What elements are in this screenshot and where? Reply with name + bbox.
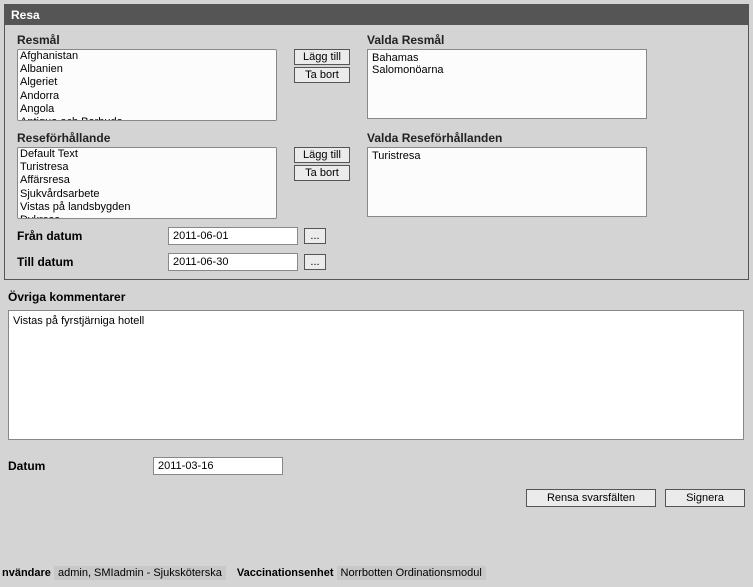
comments-textarea[interactable] — [8, 310, 744, 440]
selected-item: Salomonöarna — [372, 64, 642, 76]
status-user-value: admin, SMIadmin - Sjuksköterska — [54, 566, 226, 580]
resmal-listbox[interactable]: AfghanistanAlbanienAlgerietAndorraAngola… — [17, 49, 277, 121]
resmal-remove-button[interactable]: Ta bort — [294, 67, 350, 83]
reseforhallande-label: Reseförhållande — [17, 131, 277, 145]
status-bar: nvändare admin, SMIadmin - Sjuksköterska… — [0, 567, 492, 579]
datum-label: Datum — [8, 459, 153, 473]
panel-title: Resa — [5, 5, 748, 25]
clear-fields-button[interactable]: Rensa svarsfälten — [526, 489, 656, 507]
list-option[interactable]: Afghanistan — [18, 50, 276, 63]
valda-resmal-label: Valda Resmål — [367, 33, 647, 47]
list-option[interactable]: Default Text — [18, 148, 276, 161]
valda-resefor-label: Valda Reseförhållanden — [367, 131, 647, 145]
resmal-add-button[interactable]: Lägg till — [294, 49, 350, 65]
list-option[interactable]: Turistresa — [18, 161, 276, 174]
resa-panel: Resa Resmål AfghanistanAlbanienAlgerietA… — [4, 4, 749, 280]
selected-item: Bahamas — [372, 52, 642, 64]
list-option[interactable]: Sjukvårdsarbete — [18, 188, 276, 201]
sign-button[interactable]: Signera — [665, 489, 745, 507]
valda-resmal-box: BahamasSalomonöarna — [367, 49, 647, 119]
list-option[interactable]: Albanien — [18, 63, 276, 76]
status-unit-label: Vaccinationsenhet — [237, 567, 334, 579]
list-option[interactable]: Dykresa — [18, 214, 276, 219]
datum-input[interactable] — [153, 457, 283, 475]
valda-resefor-box: Turistresa — [367, 147, 647, 217]
resmal-label: Resmål — [17, 33, 277, 47]
list-option[interactable]: Angola — [18, 103, 276, 116]
fran-datum-picker-button[interactable]: ... — [304, 228, 326, 244]
resefor-remove-button[interactable]: Ta bort — [294, 165, 350, 181]
comments-section: Övriga kommentarer — [8, 290, 745, 443]
till-datum-input[interactable] — [168, 253, 298, 271]
list-option[interactable]: Algeriet — [18, 76, 276, 89]
till-datum-picker-button[interactable]: ... — [304, 254, 326, 270]
reseforhallande-listbox[interactable]: Default TextTuristresaAffärsresaSjukvård… — [17, 147, 277, 219]
comments-label: Övriga kommentarer — [8, 290, 745, 304]
selected-item: Turistresa — [372, 150, 642, 162]
list-option[interactable]: Andorra — [18, 90, 276, 103]
status-unit-value: Norrbotten Ordinationsmodul — [337, 566, 486, 580]
till-datum-label: Till datum — [17, 255, 162, 269]
list-option[interactable]: Vistas på landsbygden — [18, 201, 276, 214]
status-user-label: nvändare — [2, 567, 51, 579]
resefor-add-button[interactable]: Lägg till — [294, 147, 350, 163]
list-option[interactable]: Affärsresa — [18, 174, 276, 187]
fran-datum-input[interactable] — [168, 227, 298, 245]
fran-datum-label: Från datum — [17, 229, 162, 243]
list-option[interactable]: Antigua och Barbuda — [18, 116, 276, 121]
